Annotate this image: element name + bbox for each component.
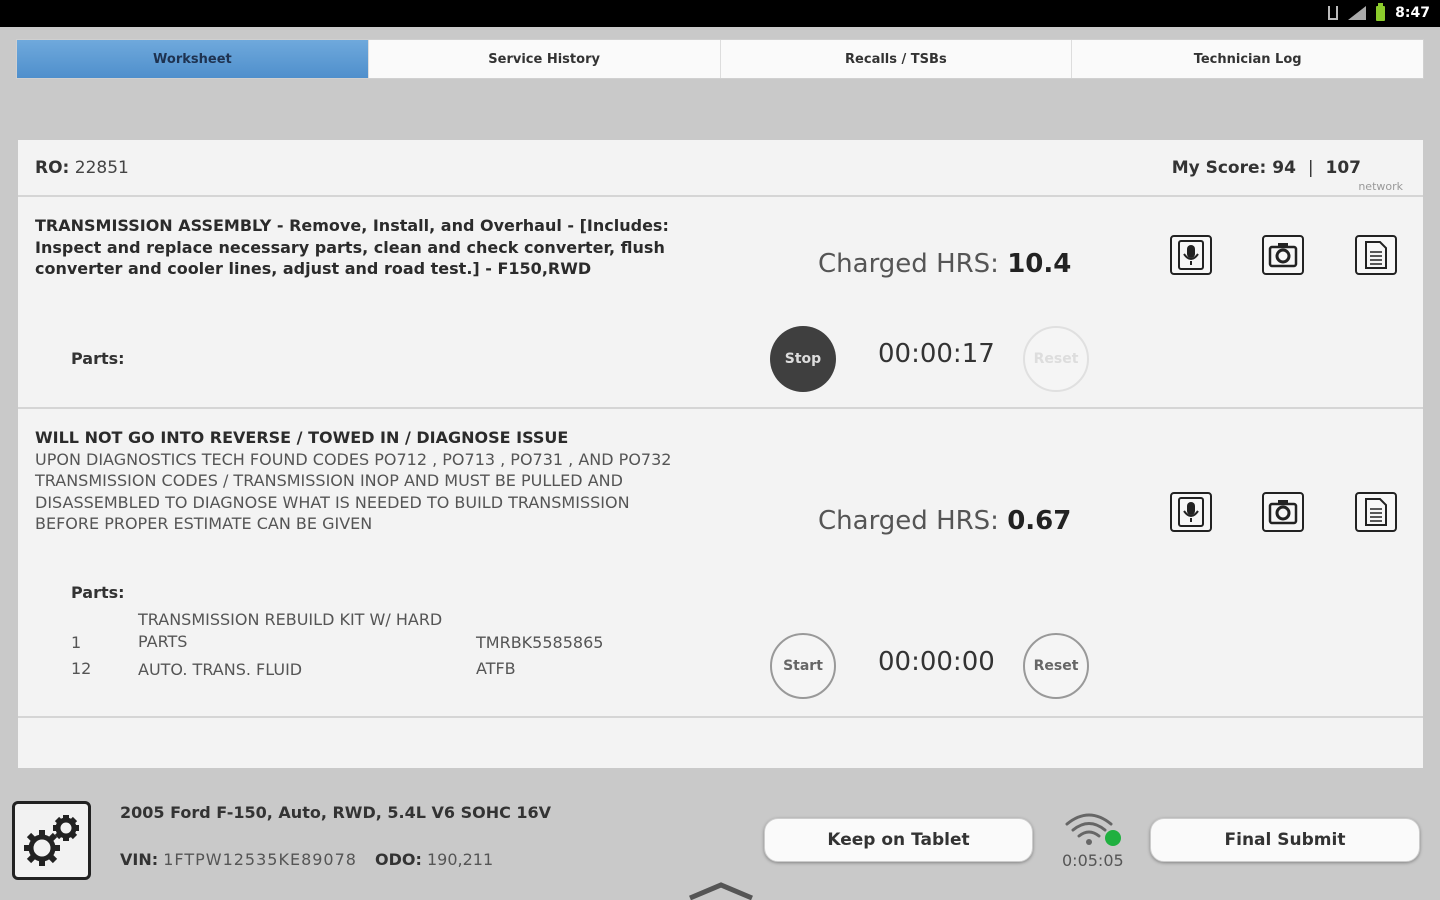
charged-label: Charged HRS: — [818, 506, 999, 536]
part-number: ATFB — [476, 659, 516, 678]
part-name: TRANSMISSION REBUILD KIT W/ HARD PARTS — [138, 610, 443, 651]
settings-button[interactable] — [12, 801, 91, 880]
document-icon — [1365, 241, 1387, 269]
tab-technician-log[interactable]: Technician Log — [1072, 40, 1423, 78]
gears-icon — [23, 814, 79, 866]
microphone-button[interactable] — [1170, 235, 1212, 275]
microphone-icon — [1178, 240, 1204, 270]
repair-order: RO: 22851 — [35, 158, 129, 178]
notes-button[interactable] — [1355, 492, 1397, 532]
camera-button[interactable] — [1262, 492, 1304, 532]
status-icons: 8:47 — [1328, 2, 1430, 21]
parts-label: Parts: — [71, 349, 125, 368]
notes-button[interactable] — [1355, 235, 1397, 275]
job-title: WILL NOT GO INTO REVERSE / TOWED IN / DI… — [35, 428, 569, 447]
job-description: WILL NOT GO INTO REVERSE / TOWED IN / DI… — [35, 427, 675, 535]
part-row: 1 TRANSMISSION REBUILD KIT W/ HARD PARTS… — [71, 609, 671, 656]
keep-on-tablet-button[interactable]: Keep on Tablet — [764, 818, 1033, 862]
charged-value: 0.67 — [1007, 506, 1072, 536]
tab-service-history[interactable]: Service History — [368, 40, 721, 78]
status-bar: 8:47 — [0, 0, 1440, 27]
charged-value: 10.4 — [1007, 249, 1072, 279]
ro-header: RO: 22851 My Score: 94 | 107 network — [18, 140, 1423, 197]
sync-timer: 0:05:05 — [1062, 851, 1124, 870]
odo-value: 190,211 — [426, 850, 494, 869]
worksheet-panel: RO: 22851 My Score: 94 | 107 network TRA… — [18, 140, 1423, 768]
network-label: network — [1358, 180, 1403, 193]
score-network-value: 107 — [1325, 158, 1362, 178]
final-submit-button[interactable]: Final Submit — [1150, 818, 1420, 862]
score-separator: | — [1307, 158, 1314, 178]
vin-label: VIN: — [120, 850, 159, 869]
job-detail: UPON DIAGNOSTICS TECH FOUND CODES PO712 … — [35, 449, 672, 534]
part-name: AUTO. TRANS. FLUID — [138, 660, 303, 679]
reset-button[interactable]: Reset — [1023, 633, 1089, 699]
my-score: My Score: 94 | 107 — [1172, 158, 1361, 178]
tab-worksheet[interactable]: Worksheet — [17, 40, 369, 78]
tab-recalls-tsbs[interactable]: Recalls / TSBs — [720, 40, 1073, 78]
tab-bar: Worksheet Service History Recalls / TSBs… — [16, 39, 1424, 79]
vehicle-ids: VIN: 1FTPW12535KE89078 ODO: 190,211 — [120, 850, 493, 869]
score-label: My Score: — [1171, 158, 1267, 178]
microphone-button[interactable] — [1170, 492, 1212, 532]
parts-list: 1 TRANSMISSION REBUILD KIT W/ HARD PARTS… — [71, 609, 671, 682]
job-item: WILL NOT GO INTO REVERSE / TOWED IN / DI… — [18, 411, 1423, 718]
vehicle-description: 2005 Ford F-150, Auto, RWD, 5.4L V6 SOHC… — [120, 803, 552, 822]
ro-value: 22851 — [74, 158, 129, 178]
start-button[interactable]: Start — [770, 633, 836, 699]
odometer: ODO: 190,211 — [375, 850, 493, 869]
score-value: 94 — [1272, 158, 1296, 178]
part-row: 12 AUTO. TRANS. FLUID ATFB — [71, 656, 671, 682]
odo-label: ODO: — [374, 850, 422, 869]
part-quantity: 12 — [71, 659, 92, 678]
charged-label: Charged HRS: — [818, 249, 999, 279]
signal-icon — [1348, 6, 1367, 20]
microphone-icon — [1178, 497, 1204, 527]
chevron-up-icon[interactable] — [686, 880, 756, 900]
part-quantity: 1 — [71, 633, 82, 652]
parts-label: Parts: — [71, 583, 125, 602]
vin-value: 1FTPW12535KE89078 — [163, 850, 357, 869]
camera-icon — [1268, 243, 1298, 268]
battery-icon — [1376, 2, 1386, 21]
reset-button[interactable]: Reset — [1023, 326, 1089, 392]
charged-hours: Charged HRS: 0.67 — [818, 506, 1071, 536]
stop-button[interactable]: Stop — [770, 326, 836, 392]
vin: VIN: 1FTPW12535KE89078 — [120, 850, 357, 869]
job-timer: 00:00:17 — [878, 339, 995, 369]
job-description: TRANSMISSION ASSEMBLY - Remove, Install,… — [35, 216, 669, 278]
job-item: TRANSMISSION ASSEMBLY - Remove, Install,… — [18, 199, 1423, 409]
camera-icon — [1268, 500, 1298, 525]
camera-button[interactable] — [1262, 235, 1304, 275]
usb-icon — [1328, 6, 1339, 20]
status-time: 8:47 — [1395, 5, 1430, 21]
part-number: TMRBK5585865 — [476, 633, 604, 652]
ro-label: RO: — [35, 158, 70, 178]
charged-hours: Charged HRS: 10.4 — [818, 249, 1071, 279]
document-icon — [1365, 498, 1387, 526]
job-timer: 00:00:00 — [878, 647, 995, 677]
